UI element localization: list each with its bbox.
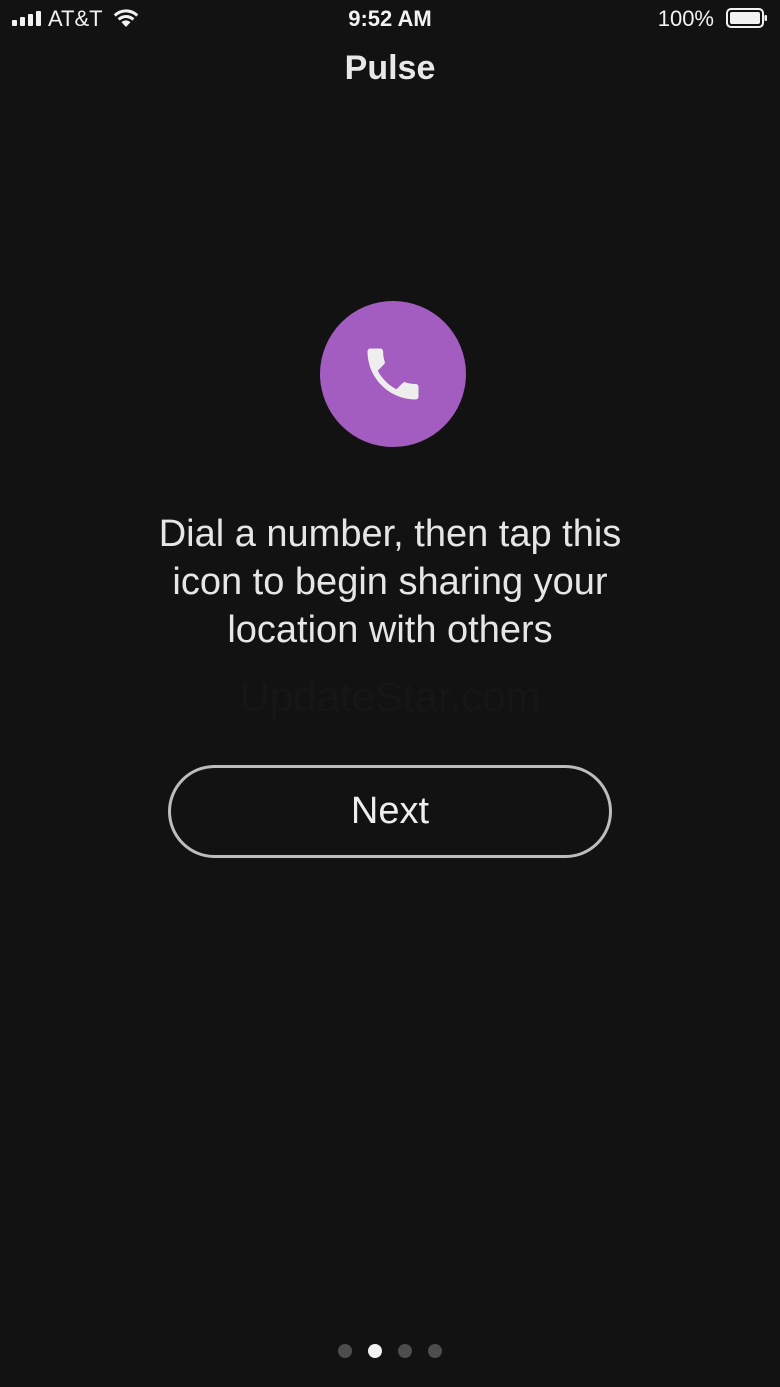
watermark: UpdateStar.com	[239, 673, 541, 720]
onboarding-message: Dial a number, then tap this icon to beg…	[158, 513, 622, 651]
battery-percent: 100%	[657, 6, 714, 31]
phone-icon	[367, 348, 419, 400]
page-dot-1[interactable]	[338, 1344, 352, 1358]
status-bar: AT&T 9:52 AM 100%	[0, 0, 780, 40]
page-title: Pulse	[344, 49, 436, 87]
battery-icon	[726, 8, 767, 28]
phone-icon-badge	[320, 301, 466, 447]
page-dot-3[interactable]	[398, 1344, 412, 1358]
cellular-signal-icon	[12, 11, 41, 26]
page-dot-2[interactable]	[368, 1344, 382, 1358]
carrier-label: AT&T	[48, 6, 103, 31]
page-dot-4[interactable]	[428, 1344, 442, 1358]
wifi-icon	[113, 9, 139, 27]
page-indicator[interactable]	[0, 1344, 780, 1358]
next-button[interactable]: Next	[168, 765, 612, 858]
